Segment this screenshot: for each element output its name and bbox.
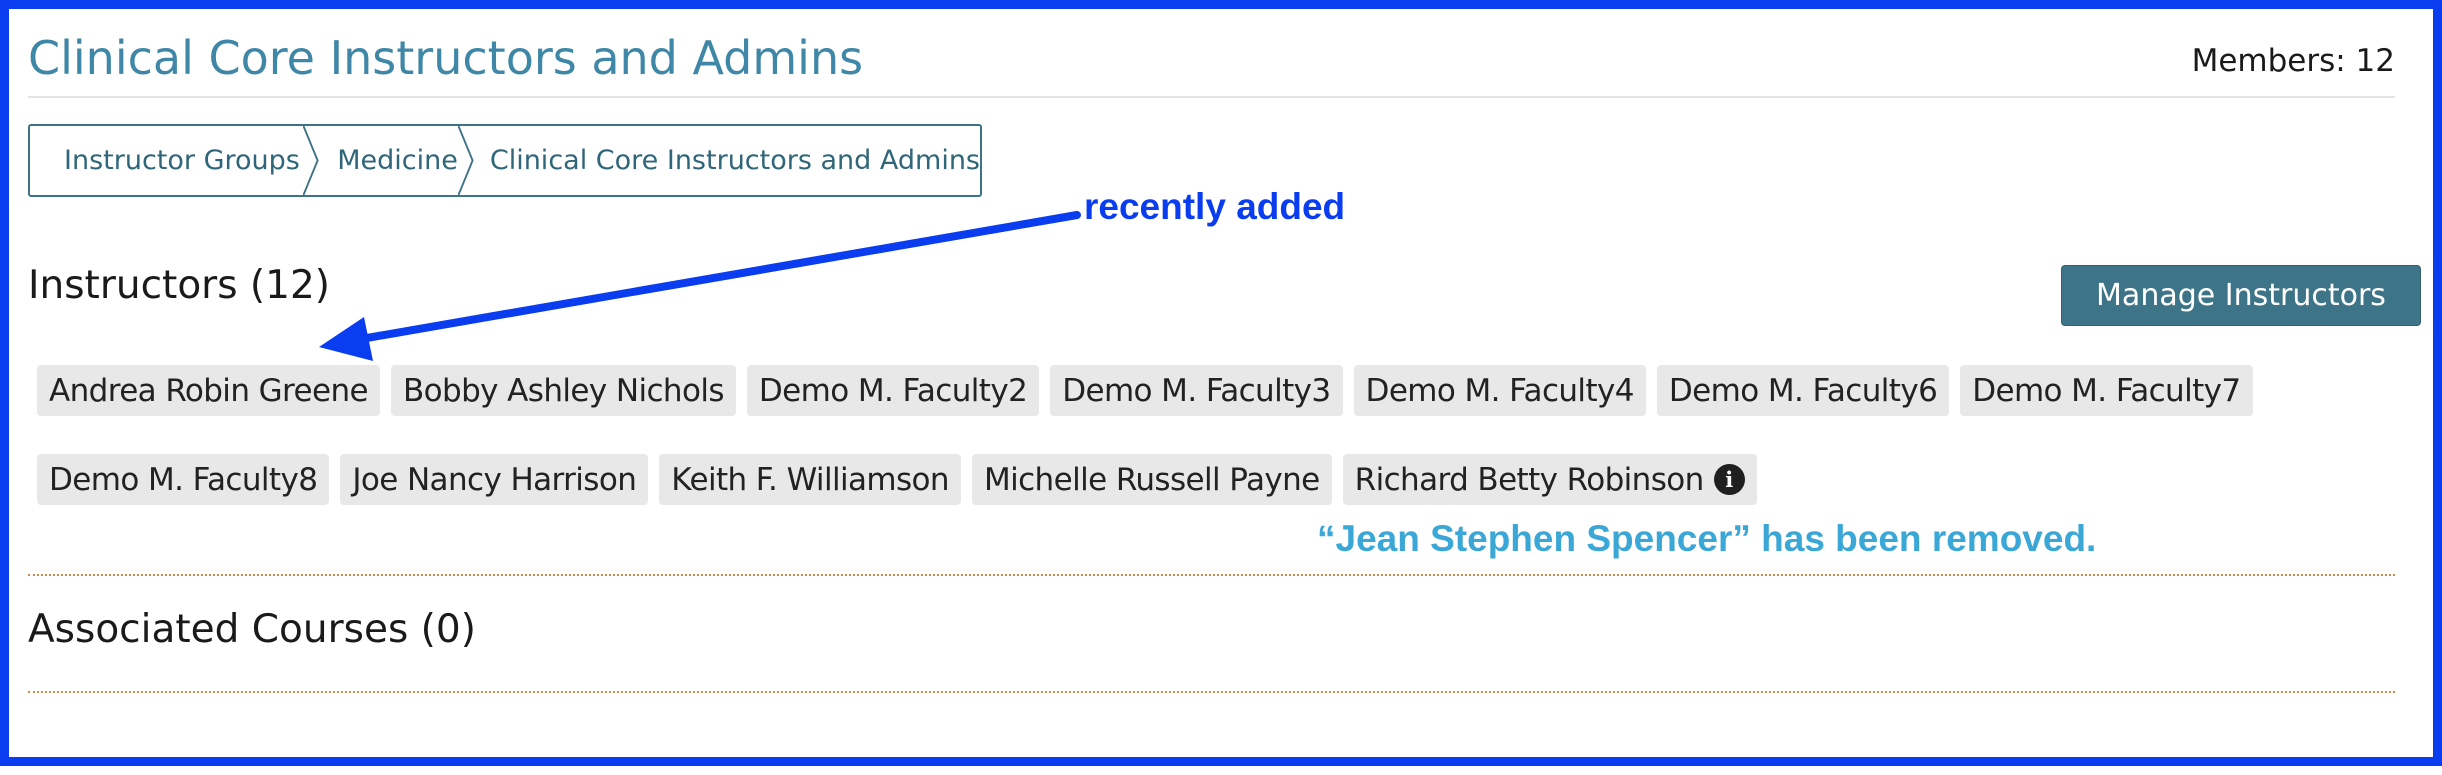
instructor-chip: Bobby Ashley Nichols: [390, 365, 736, 416]
instructor-chip: Joe Nancy Harrison: [340, 454, 649, 505]
associated-courses-heading: Associated Courses (0): [28, 607, 476, 652]
breadcrumb-medicine[interactable]: Medicine: [303, 126, 474, 195]
instructor-chip: Demo M. Faculty4: [1353, 365, 1646, 416]
breadcrumb-label: Clinical Core Instructors and Admins: [489, 145, 980, 176]
instructors-heading: Instructors (12): [28, 263, 330, 308]
instructor-chip: Demo M. Faculty6: [1656, 365, 1950, 416]
section-divider: [28, 574, 2395, 576]
section-divider: [28, 691, 2395, 693]
title-divider: [28, 96, 2395, 98]
instructor-chip: Demo M. Faculty2: [746, 365, 1040, 416]
instructor-chip: Demo M. Faculty7: [1960, 365, 2253, 416]
instructor-chip: Demo M. Faculty3: [1050, 365, 1343, 416]
breadcrumb-current: Clinical Core Instructors and Admins: [458, 126, 980, 195]
members-count: Members: 12: [2191, 43, 2395, 79]
screenshot-frame: Clinical Core Instructors and Admins Mem…: [0, 0, 2442, 766]
instructor-list-row: Andrea Robin Greene Bobby Ashley Nichols…: [37, 365, 2253, 416]
instructor-chip: Demo M. Faculty8: [37, 454, 330, 505]
instructor-chip: Andrea Robin Greene: [37, 365, 380, 416]
instructor-chip-with-info: Richard Betty Robinson i: [1342, 454, 1757, 505]
manage-instructors-button[interactable]: Manage Instructors: [2061, 265, 2421, 326]
instructor-chip: Michelle Russell Payne: [971, 454, 1332, 505]
annotation-recently-added: recently added: [1084, 186, 1346, 227]
info-icon[interactable]: i: [1713, 464, 1745, 495]
breadcrumb-instructor-groups[interactable]: Instructor Groups: [30, 126, 319, 195]
breadcrumb: Instructor Groups Medicine Clinical Core…: [28, 124, 982, 197]
instructor-list-row: Demo M. Faculty8 Joe Nancy Harrison Keit…: [37, 454, 1757, 505]
annotation-removed-notice: “Jean Stephen Spencer” has been removed.: [1317, 518, 2097, 559]
breadcrumb-label: Instructor Groups: [64, 145, 300, 176]
breadcrumb-label: Medicine: [337, 145, 458, 176]
instructor-chip: Keith F. Williamson: [659, 454, 961, 505]
page-title: Clinical Core Instructors and Admins: [28, 31, 864, 85]
instructor-name: Richard Betty Robinson: [1354, 461, 1705, 498]
